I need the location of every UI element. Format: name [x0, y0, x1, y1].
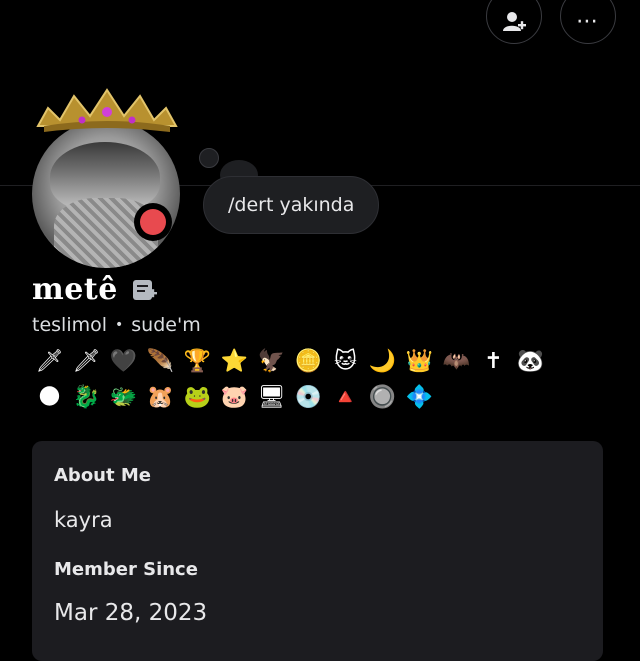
custom-status-text: /dert yakında — [228, 194, 355, 216]
separator: • — [115, 317, 124, 333]
badge-icon[interactable]: 🐼 — [515, 347, 546, 378]
badge-icon[interactable]: 💠 — [404, 383, 435, 414]
badge-icon[interactable]: 🔘 — [367, 383, 398, 414]
member-since-date: Mar 28, 2023 — [54, 600, 208, 626]
badge-icon[interactable]: 🖤 — [108, 347, 139, 378]
username: teslimol — [32, 314, 108, 336]
member-since-heading: Member Since — [54, 559, 198, 580]
badge-icon[interactable]: 🐲 — [108, 383, 139, 414]
badge-icon[interactable]: 🐷 — [219, 383, 250, 414]
badge-list: 🗡 🗡 🖤 🪶 🏆 ⭐ 🦅 🪙 🐱 🌙 👑 🦇 ✝ 🐼 🌑 🐉 🐲 🐹 🐸 🐷 … — [34, 346, 594, 418]
badge-row-1: 🗡 🗡 🖤 🪶 🏆 ⭐ 🦅 🪙 🐱 🌙 👑 🦇 ✝ 🐼 — [34, 346, 594, 378]
pronouns: sude'm — [131, 314, 201, 336]
badge-icon[interactable]: 🦇 — [441, 347, 472, 378]
display-name: metê — [32, 272, 118, 307]
about-me-heading: About Me — [54, 465, 151, 486]
more-options-button[interactable]: ⋯ — [560, 0, 616, 44]
badge-row-2: 🌑 🐉 🐲 🐹 🐸 🐷 🖥 💿 🔺 🔘 💠 — [34, 382, 594, 414]
badge-icon[interactable]: 🗡 — [71, 347, 102, 378]
about-card: About Me kayra Member Since Mar 28, 2023 — [32, 441, 603, 661]
add-friend-icon — [503, 12, 526, 31]
badge-icon[interactable]: 🌙 — [367, 347, 398, 378]
badge-icon[interactable]: 🐸 — [182, 383, 213, 414]
badge-icon[interactable]: 👑 — [404, 347, 435, 378]
badge-icon[interactable]: 🪙 — [293, 347, 324, 378]
badge-icon[interactable]: 🦅 — [256, 347, 287, 378]
add-friend-button[interactable] — [486, 0, 542, 44]
badge-icon[interactable]: 💿 — [293, 383, 324, 414]
badge-icon[interactable]: 🏆 — [182, 347, 213, 378]
about-me-text: kayra — [54, 508, 113, 532]
avatar-image — [32, 120, 180, 268]
badge-icon[interactable]: 🐱 — [330, 347, 361, 378]
badge-icon[interactable]: ✝ — [478, 347, 509, 378]
status-indicator — [134, 203, 172, 241]
badge-icon[interactable]: 🌑 — [34, 383, 65, 414]
crown-decoration — [36, 88, 178, 132]
badge-icon[interactable]: ⭐ — [219, 347, 250, 378]
custom-status: /dert yakında — [203, 176, 380, 234]
badge-icon[interactable]: 🖥 — [256, 383, 287, 414]
badge-icon[interactable]: 🗡 — [34, 347, 65, 378]
more-icon: ⋯ — [576, 9, 600, 34]
badge-icon[interactable]: 🪶 — [145, 347, 176, 378]
username-line: teslimol • sude'm — [32, 314, 201, 336]
badge-icon[interactable]: 🐉 — [71, 383, 102, 414]
note-icon[interactable] — [132, 279, 158, 303]
status-bubble-tail-small — [199, 148, 219, 168]
badge-icon[interactable]: 🔺 — [330, 383, 361, 414]
badge-icon[interactable]: 🐹 — [145, 383, 176, 414]
